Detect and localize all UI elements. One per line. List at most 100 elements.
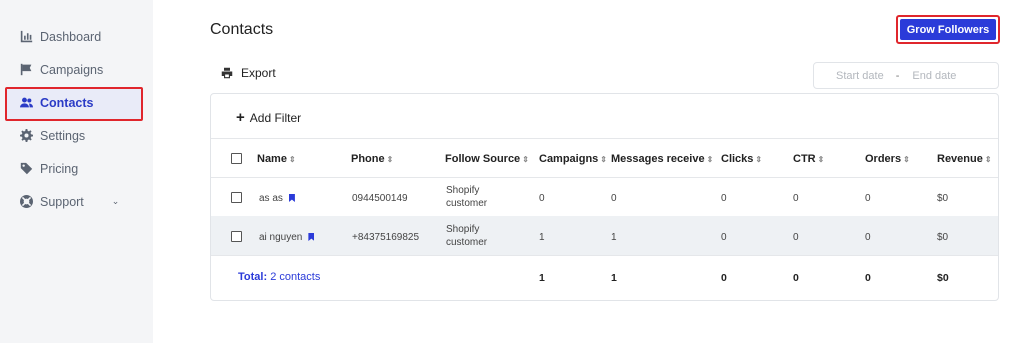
contact-phone: 0944500149 [352, 193, 408, 204]
column-header-label: Follow Source [445, 153, 521, 165]
sort-icon: ⇕ [903, 155, 910, 164]
grow-followers-button[interactable]: Grow Followers [896, 15, 1000, 44]
export-button[interactable]: Export [221, 66, 276, 80]
sidebar-item-label: Pricing [40, 161, 79, 176]
tag-icon [20, 162, 33, 175]
sort-icon: ⇕ [600, 155, 607, 164]
contact-messages: 0 [611, 193, 617, 204]
column-header-name[interactable]: Name ⇕ [257, 153, 296, 165]
total-orders: 0 [865, 272, 871, 284]
column-header-follow-source[interactable]: Follow Source ⇕ [445, 153, 529, 165]
column-header-revenue[interactable]: Revenue ⇕ [937, 153, 992, 165]
column-header-label: Campaigns [539, 153, 599, 165]
sidebar-item-label: Contacts [40, 95, 94, 110]
sort-icon: ⇕ [522, 155, 529, 164]
select-all-checkbox[interactable] [231, 153, 242, 164]
bookmark-icon [288, 194, 295, 202]
column-header-label: Name [257, 153, 287, 165]
sort-icon: ⇕ [984, 155, 992, 164]
contact-ctr: 0 [793, 193, 799, 204]
bookmark-icon [308, 233, 315, 241]
add-filter-label: Add Filter [249, 110, 302, 125]
total-messages: 1 [611, 272, 617, 284]
contact-name[interactable]: as as [259, 193, 295, 204]
sidebar-item-label: Settings [40, 128, 86, 143]
contact-name-text: as as [259, 193, 283, 204]
total-label: Total: [238, 271, 268, 283]
contact-name-text: ai nguyen [259, 232, 303, 243]
chart-icon [20, 30, 33, 43]
main-content: Contacts Grow Followers Export Start dat… [153, 0, 1024, 343]
divider [211, 255, 998, 256]
sidebar-item-dashboard[interactable]: Dashboard [0, 20, 153, 53]
page-title: Contacts [210, 21, 274, 38]
date-separator: - [895, 69, 900, 82]
gear-icon [20, 129, 33, 142]
column-header-orders[interactable]: Orders ⇕ [865, 153, 910, 165]
contact-orders: 0 [865, 193, 871, 204]
plus-icon: + [236, 109, 245, 126]
row-highlight [211, 216, 998, 255]
flag-icon [20, 63, 33, 76]
column-header-phone[interactable]: Phone ⇕ [351, 153, 393, 165]
total-contacts: Total: 2 contacts [238, 271, 320, 283]
export-label: Export [241, 66, 276, 80]
sidebar-item-pricing[interactable]: Pricing [0, 152, 153, 185]
column-header-label: Phone [351, 153, 385, 165]
sort-icon: ⇕ [386, 155, 394, 164]
contacts-table-card: + Add Filter Name ⇕ Phone ⇕ Follow Source ⇕… [210, 93, 999, 301]
contact-name[interactable]: ai nguyen [259, 232, 315, 243]
column-header-ctr[interactable]: CTR ⇕ [793, 153, 824, 165]
contact-revenue: $0 [937, 193, 949, 204]
contact-orders: 0 [865, 232, 871, 243]
total-count: 2 contacts [270, 271, 321, 283]
sort-icon: ⇕ [817, 155, 825, 164]
column-header-label: Messages receive [611, 153, 705, 165]
printer-icon [221, 67, 233, 79]
row-checkbox[interactable] [231, 192, 242, 203]
contact-ctr: 0 [793, 232, 799, 243]
total-clicks: 0 [721, 272, 727, 284]
column-header-clicks[interactable]: Clicks ⇕ [721, 153, 762, 165]
total-revenue: $0 [937, 272, 949, 284]
contact-follow-source: Shopify customer [446, 185, 488, 209]
divider [211, 177, 998, 178]
total-campaigns: 1 [539, 272, 545, 284]
contact-phone: +84375169825 [352, 232, 420, 243]
contact-campaigns: 1 [539, 232, 545, 243]
sidebar-item-support[interactable]: Support ⌄ [0, 185, 153, 218]
date-range-picker[interactable]: Start date - End date [813, 62, 999, 89]
sidebar-item-label: Support [40, 194, 84, 209]
column-header-label: Orders [865, 153, 902, 165]
sidebar-item-settings[interactable]: Settings [0, 119, 153, 152]
grow-followers-label: Grow Followers [900, 19, 996, 40]
sidebar-item-campaigns[interactable]: Campaigns [0, 53, 153, 86]
sidebar-item-label: Campaigns [40, 62, 104, 77]
end-date-input[interactable]: End date [912, 70, 956, 82]
column-header-campaigns[interactable]: Campaigns ⇕ [539, 153, 607, 165]
sort-icon: ⇕ [288, 155, 296, 164]
add-filter-button[interactable]: + Add Filter [236, 110, 301, 125]
users-icon [20, 96, 33, 109]
row-checkbox[interactable] [231, 231, 242, 242]
sidebar-item-contacts[interactable]: Contacts [0, 86, 153, 121]
contact-messages: 1 [611, 232, 617, 243]
sort-icon: ⇕ [706, 155, 714, 164]
sort-icon: ⇕ [755, 155, 763, 164]
contact-campaigns: 0 [539, 193, 545, 204]
column-header-label: Revenue [937, 153, 983, 165]
contact-revenue: $0 [937, 232, 949, 243]
column-header-label: Clicks [721, 153, 754, 165]
total-ctr: 0 [793, 272, 799, 284]
lifebuoy-icon [20, 195, 33, 208]
contact-follow-source: Shopify customer [446, 224, 488, 248]
chevron-down-icon[interactable]: ⌄ [112, 196, 120, 207]
divider [211, 138, 998, 139]
start-date-input[interactable]: Start date [836, 70, 884, 82]
sidebar-item-label: Dashboard [40, 29, 102, 44]
contact-clicks: 0 [721, 193, 727, 204]
column-header-label: CTR [793, 153, 816, 165]
contact-clicks: 0 [721, 232, 727, 243]
column-header-messages-receive[interactable]: Messages receive ⇕ [611, 153, 713, 165]
sidebar: Dashboard Campaigns Contacts Settings Pr… [0, 0, 153, 343]
